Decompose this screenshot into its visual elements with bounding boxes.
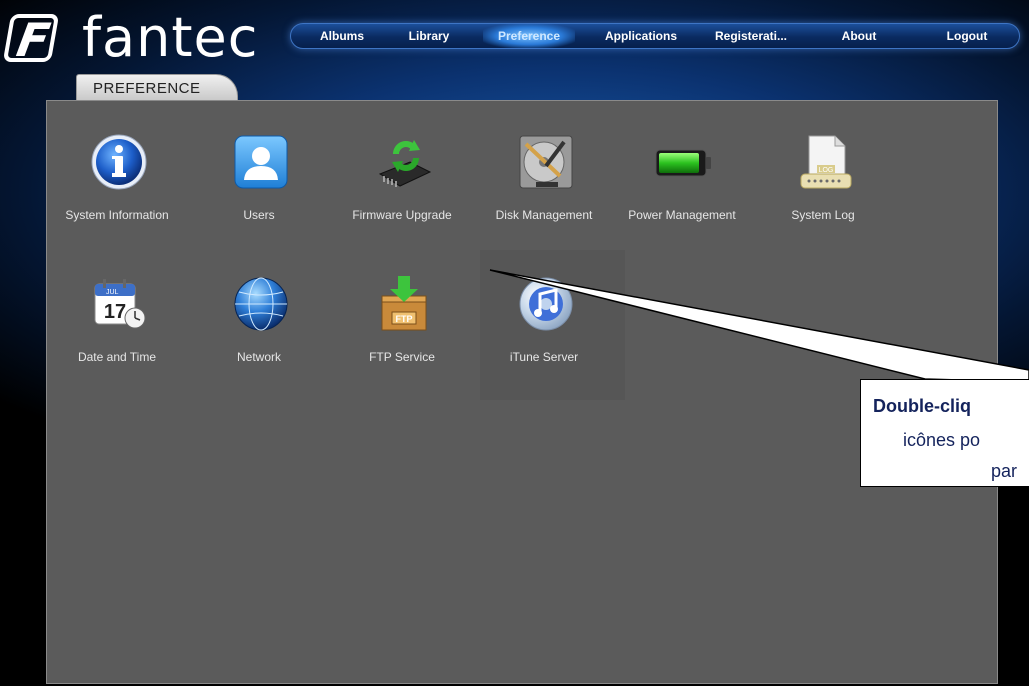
instruction-callout: Double-cliq icônes po par	[860, 379, 1029, 487]
callout-line-1: Double-cliq	[873, 396, 971, 416]
callout-pointer	[489, 269, 1029, 383]
callout-line-2: icônes po	[903, 430, 981, 450]
callout-line-3: par	[991, 461, 1018, 481]
